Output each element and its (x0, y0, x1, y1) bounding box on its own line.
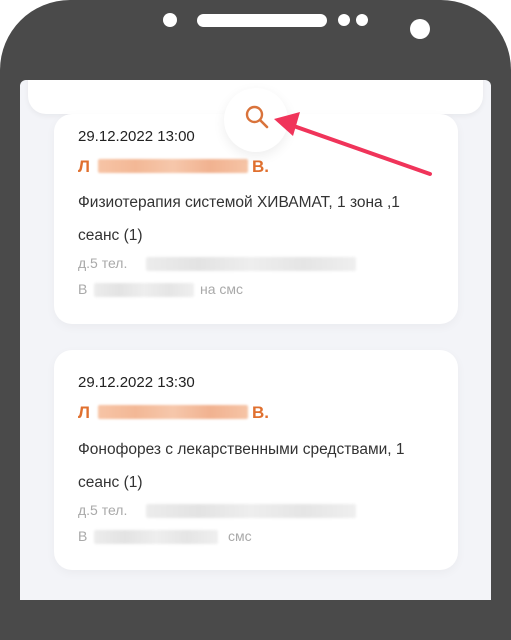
annotation-arrow (274, 112, 432, 176)
